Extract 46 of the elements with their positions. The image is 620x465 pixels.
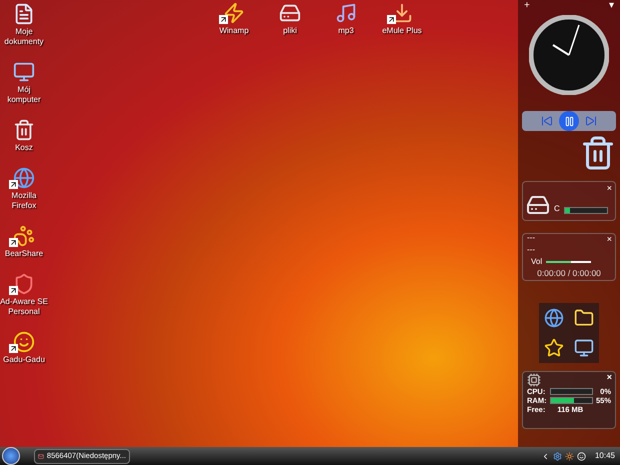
close-button[interactable]: × (606, 373, 612, 382)
desktop-icon-label[interactable]: mp3 (338, 26, 354, 36)
close-button[interactable]: × (606, 235, 612, 243)
memory-chip-icon (527, 373, 541, 387)
desktop-icon-label[interactable]: Ad-Aware SE Personal (0, 297, 48, 317)
star-icon (544, 338, 564, 358)
document-icon (13, 3, 35, 25)
globe-icon (544, 308, 564, 328)
add-gadget-button[interactable]: + (524, 1, 530, 11)
drive-icon (526, 193, 550, 217)
music-note-icon (335, 2, 357, 24)
gear-icon[interactable] (552, 452, 562, 460)
desktop-icon-label[interactable]: Moje dokumenty (0, 27, 48, 47)
close-button[interactable]: × (606, 182, 612, 196)
shield-icon (13, 273, 35, 295)
volume-label: Vol (531, 258, 542, 266)
sun-icon[interactable] (564, 452, 574, 460)
desktop-icon-label[interactable]: eMule Plus (382, 26, 422, 36)
globe-icon (13, 167, 35, 189)
desktop-icon-label[interactable]: pliki (283, 26, 297, 36)
desktop-icon-label[interactable]: BearShare (4, 249, 44, 259)
artist-line: --- (527, 246, 535, 254)
smiley-icon[interactable] (576, 452, 586, 460)
pause-icon (564, 116, 574, 126)
desktop-icon-label[interactable]: Mozilla Firefox (0, 191, 48, 211)
smiley-icon (13, 331, 35, 353)
time-text: 0:00:00 / 0:00:00 (536, 269, 602, 277)
desktop-icon-label[interactable]: Winamp (219, 26, 249, 36)
sidebar-menu-button[interactable]: ▾ (609, 1, 614, 11)
desktop-icon-label[interactable]: Mój komputer (0, 85, 48, 105)
folder-icon (574, 308, 594, 328)
trash-icon[interactable] (580, 135, 616, 171)
lightning-icon (223, 2, 245, 24)
taskbar-clock[interactable]: 10:45 (594, 450, 615, 462)
mail-icon (38, 452, 44, 460)
monitor-icon (13, 61, 35, 83)
trash-icon (13, 119, 35, 141)
paw-icon (13, 225, 35, 247)
track-line: --- (527, 234, 535, 242)
pause-button[interactable] (559, 111, 579, 131)
drive-icon (279, 2, 301, 24)
monitor-icon (574, 338, 594, 358)
desktop-icon-label[interactable]: Kosz (15, 143, 33, 153)
start-button[interactable] (2, 447, 20, 465)
desktop-icon-label[interactable]: Gadu-Gadu (3, 355, 45, 365)
drive-label: C (554, 203, 560, 215)
